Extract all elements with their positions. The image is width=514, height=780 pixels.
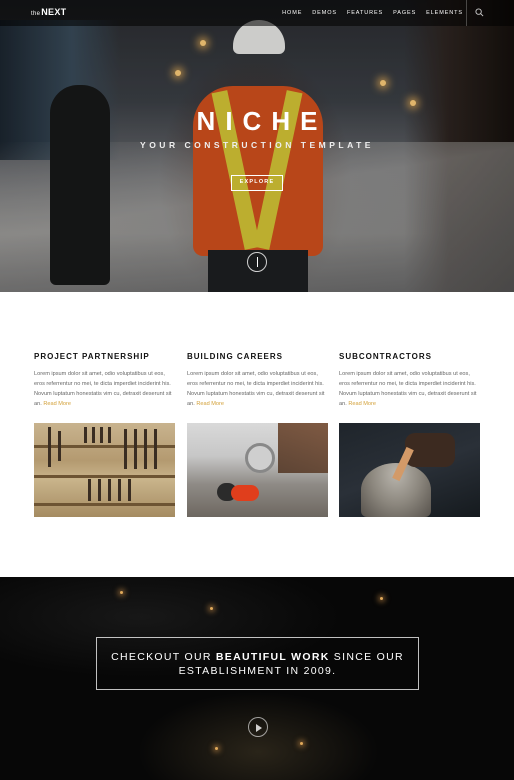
tool-wall-image[interactable]: [34, 423, 175, 517]
feature-text: Lorem ipsum dolor sit amet, odio volupta…: [34, 371, 172, 407]
hero-section: theNEXT HOME DEMOS FEATURES PAGES ELEMEN…: [0, 0, 514, 292]
feature-column: BUILDING CAREERS Lorem ipsum dolor sit a…: [187, 352, 328, 517]
spark: [300, 742, 303, 745]
arrow-down-circle-icon[interactable]: [247, 252, 267, 272]
feature-text: Lorem ipsum dolor sit amet, odio volupta…: [339, 371, 477, 407]
explore-button[interactable]: EXPLORE: [231, 175, 283, 191]
read-more-link[interactable]: Read More: [43, 401, 71, 407]
main-menu: HOME DEMOS FEATURES PAGES ELEMENTS: [282, 10, 463, 16]
spark: [380, 597, 383, 600]
hero-title: NICHE: [196, 106, 328, 136]
play-circle-icon[interactable]: [248, 717, 268, 737]
menu-item-home[interactable]: HOME: [282, 10, 302, 16]
wood-stump-image[interactable]: [339, 423, 480, 517]
cta-box: CHECKOUT OUR BEAUTIFUL WORK SINCE OUR ES…: [96, 637, 419, 690]
cta-line-2: ESTABLISHMENT IN 2009.: [178, 665, 337, 677]
cta-line-1: CHECKOUT OUR BEAUTIFUL WORK SINCE OUR: [111, 651, 404, 663]
top-navbar: theNEXT HOME DEMOS FEATURES PAGES ELEMEN…: [0, 0, 514, 26]
features-section: PROJECT PARTNERSHIP Lorem ipsum dolor si…: [0, 292, 514, 577]
cta-section: CHECKOUT OUR BEAUTIFUL WORK SINCE OUR ES…: [0, 577, 514, 780]
miter-saw-image[interactable]: [187, 423, 328, 517]
spark: [215, 747, 218, 750]
site-logo[interactable]: theNEXT: [31, 7, 66, 17]
menu-item-pages[interactable]: PAGES: [393, 10, 416, 16]
search-icon[interactable]: [475, 8, 484, 17]
menu-item-elements[interactable]: ELEMENTS: [426, 10, 463, 16]
menu-item-demos[interactable]: DEMOS: [312, 10, 337, 16]
feature-heading: SUBCONTRACTORS: [339, 352, 432, 361]
feature-text: Lorem ipsum dolor sit amet, odio volupta…: [187, 371, 325, 407]
feature-heading: BUILDING CAREERS: [187, 352, 284, 361]
read-more-link[interactable]: Read More: [196, 401, 224, 407]
feature-column: SUBCONTRACTORS Lorem ipsum dolor sit ame…: [339, 352, 480, 517]
hero-subtitle: YOUR CONSTRUCTION TEMPLATE: [140, 140, 374, 150]
feature-column: PROJECT PARTNERSHIP Lorem ipsum dolor si…: [34, 352, 175, 517]
menu-item-features[interactable]: FEATURES: [347, 10, 383, 16]
feature-heading: PROJECT PARTNERSHIP: [34, 352, 150, 361]
nav-divider: [466, 0, 467, 26]
spark: [120, 591, 123, 594]
read-more-link[interactable]: Read More: [348, 401, 376, 407]
spark: [210, 607, 213, 610]
